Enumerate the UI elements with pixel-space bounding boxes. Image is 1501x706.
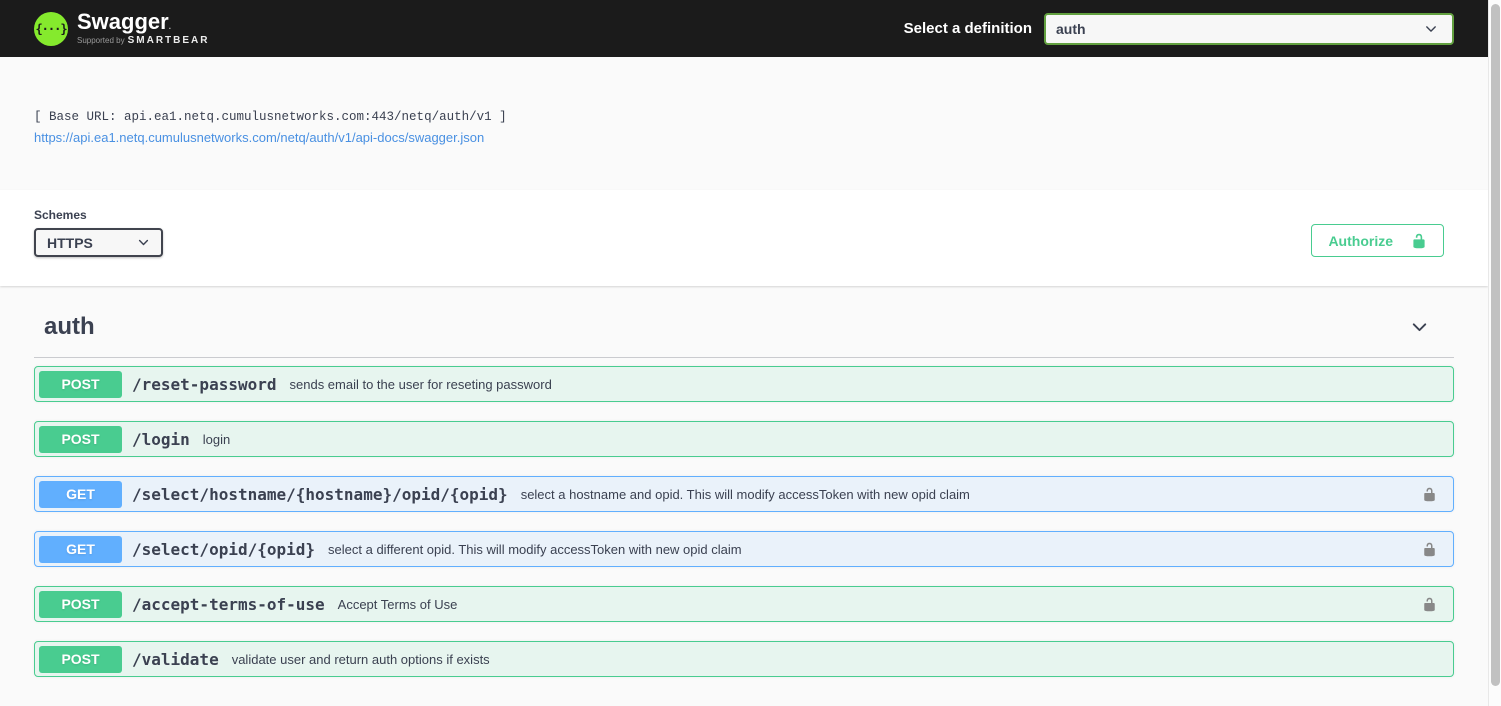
operations-section: auth POST /reset-password sends email to… [0,286,1488,677]
swagger-json-link[interactable]: https://api.ea1.netq.cumulusnetworks.com… [34,130,484,145]
topbar: {···} Swagger. Supported bySMARTBEAR Sel… [0,0,1488,57]
auth-lock-button[interactable] [1422,595,1437,614]
authorize-label: Authorize [1328,233,1393,249]
tag-title: auth [44,310,95,344]
schemes-group: Schemes HTTPS [34,208,163,257]
collapse-section-button[interactable] [1409,317,1430,338]
method-badge: POST [39,371,122,398]
chevron-down-icon [1424,22,1438,36]
swagger-logo-icon: {···} [34,12,68,46]
method-badge: GET [39,481,122,508]
unlocked-padlock-icon [1422,485,1437,504]
schemes-select-value: HTTPS [47,235,93,251]
logo-title: Swagger. [77,11,209,33]
swagger-ui-page: {···} Swagger. Supported bySMARTBEAR Sel… [0,0,1488,677]
chevron-down-icon [137,236,150,249]
scrollbar-thumb[interactable] [1491,4,1500,686]
logo-trademark: . [169,22,171,31]
operation-row[interactable]: GET /select/hostname/{hostname}/opid/{op… [34,476,1454,512]
definition-select-value: auth [1056,21,1086,37]
definition-selector-group: Select a definition auth [904,13,1454,45]
method-badge: POST [39,646,122,673]
operation-row[interactable]: POST /reset-password sends email to the … [34,366,1454,402]
operation-row[interactable]: POST /accept-terms-of-use Accept Terms o… [34,586,1454,622]
endpoint-path: /login [132,430,190,449]
operation-row[interactable]: POST /login login [34,421,1454,457]
endpoint-description: sends email to the user for reseting pas… [290,377,552,392]
endpoint-description: Accept Terms of Use [338,597,458,612]
operation-row[interactable]: GET /select/opid/{opid} select a differe… [34,531,1454,567]
method-badge: GET [39,536,122,563]
authorize-button[interactable]: Authorize [1311,224,1444,257]
select-definition-label: Select a definition [904,20,1032,37]
auth-wrapper: Authorize [1311,208,1444,257]
endpoint-path: /select/opid/{opid} [132,540,315,559]
method-badge: POST [39,426,122,453]
definition-select[interactable]: auth [1044,13,1454,45]
auth-lock-button[interactable] [1422,485,1437,504]
base-url-text: [ Base URL: api.ea1.netq.cumulusnetworks… [34,110,1454,125]
chevron-down-icon [1409,317,1430,338]
scrollbar[interactable] [1488,0,1501,706]
endpoint-path: /select/hostname/{hostname}/opid/{opid} [132,485,508,504]
endpoint-path: /validate [132,650,219,669]
operation-list: POST /reset-password sends email to the … [34,358,1454,677]
endpoint-description: login [203,432,230,447]
method-badge: POST [39,591,122,618]
info-section: [ Base URL: api.ea1.netq.cumulusnetworks… [0,57,1488,190]
endpoint-description: select a different opid. This will modif… [328,542,742,557]
swagger-logo[interactable]: {···} Swagger. Supported bySMARTBEAR [34,11,209,46]
unlocked-padlock-icon [1422,540,1437,559]
schemes-select[interactable]: HTTPS [34,228,163,257]
schemes-label: Schemes [34,208,163,222]
scheme-container: Schemes HTTPS Authorize [0,190,1488,286]
logo-tagline: Supported bySMARTBEAR [77,36,209,46]
endpoint-description: validate user and return auth options if… [232,652,490,667]
endpoint-path: /accept-terms-of-use [132,595,325,614]
auth-lock-button[interactable] [1422,540,1437,559]
endpoint-path: /reset-password [132,375,277,394]
tag-section-header[interactable]: auth [34,310,1454,358]
operation-row[interactable]: POST /validate validate user and return … [34,641,1454,677]
unlocked-padlock-icon [1422,595,1437,614]
unlocked-padlock-icon [1411,233,1427,249]
endpoint-description: select a hostname and opid. This will mo… [521,487,970,502]
